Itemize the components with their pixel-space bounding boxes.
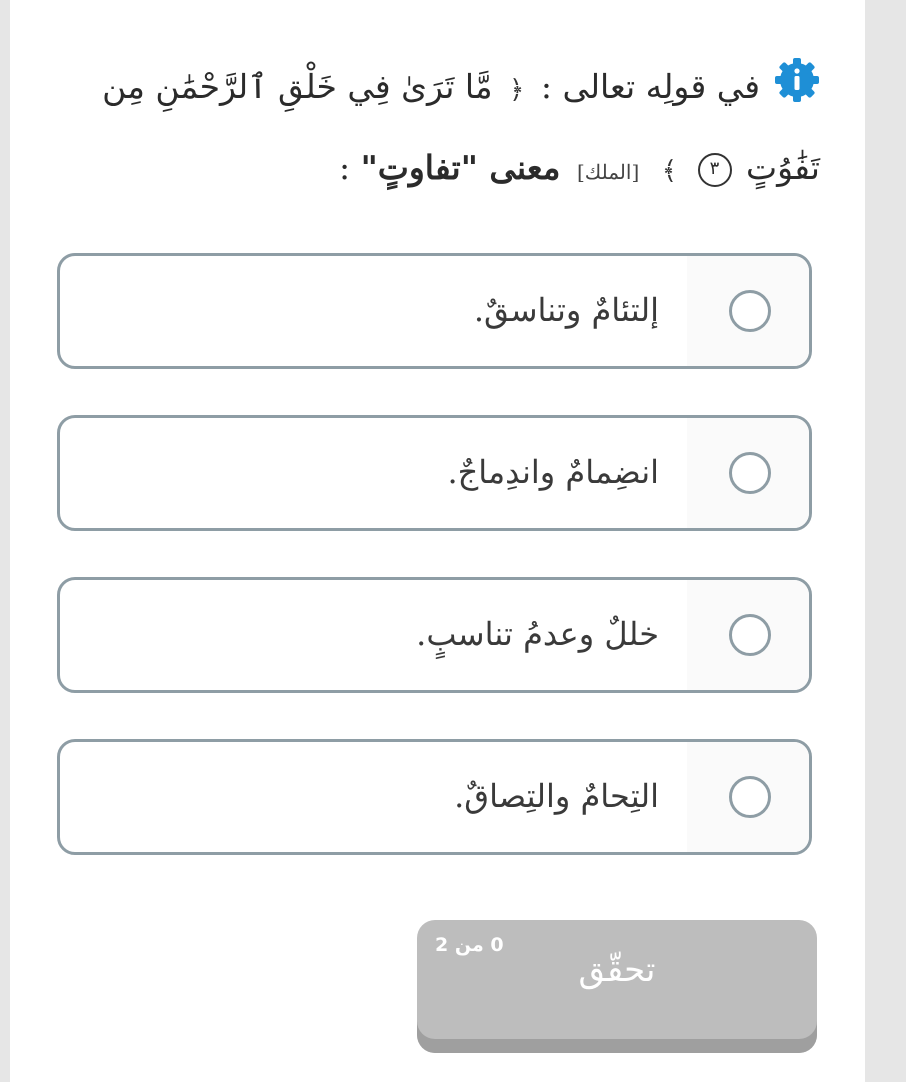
question-suffix: : [338,148,351,187]
answer-label: انضِمامٌ واندِماجٌ. [447,453,659,491]
question-prefix: في قولِه تعالى : [530,67,760,106]
radio-circle-icon[interactable] [729,452,771,494]
question-meaning: معنى "تفاوتٍ" [360,148,561,187]
answer-option-3[interactable]: خللٌ وعدمُ تناسبٍ. [57,577,812,693]
question-text: في قولِه تعالى : ﴿ مَّا تَرَىٰ فِي خَلْق… [100,48,820,211]
radio-cell [687,418,809,528]
verse-close-ornament: ﴾ [661,156,677,186]
ayah-number-badge: ٣ [697,153,732,187]
sura-reference: [الملك] [576,160,640,184]
radio-circle-icon[interactable] [729,290,771,332]
radio-circle-icon[interactable] [729,776,771,818]
answer-option-2[interactable]: انضِمامٌ واندِماجٌ. [57,415,812,531]
check-button[interactable]: 0 من 2 تحقّق [417,920,817,1053]
question-line-2: تَفَٰوُتٍ ٣ ﴾ [الملك] معنى "تفاوتٍ" : [100,129,820,211]
answer-option-4[interactable]: التِحامٌ والتِصاقٌ. [57,739,812,855]
answer-label: التِحامٌ والتِصاقٌ. [454,777,659,815]
radio-cell [687,256,809,366]
radio-cell [687,580,809,690]
check-button-label: تحقّق [578,950,656,990]
radio-circle-icon[interactable] [729,614,771,656]
question-line-1: في قولِه تعالى : ﴿ مَّا تَرَىٰ فِي خَلْق… [100,48,820,129]
verse-text-2: تَفَٰوُتٍ [746,148,820,187]
verse-text-1: مَّا تَرَىٰ فِي خَلْقِ ٱلرَّحْمَٰنِ مِن [102,67,493,106]
answer-option-1[interactable]: إلتئامٌ وتناسقٌ. [57,253,812,369]
answer-label: خللٌ وعدمُ تناسبٍ. [416,615,659,653]
radio-cell [687,742,809,852]
question-panel: في قولِه تعالى : ﴿ مَّا تَرَىٰ فِي خَلْق… [10,0,865,1082]
verse-open-ornament: ﴿ [509,75,525,105]
answer-label: إلتئامٌ وتناسقٌ. [473,291,659,329]
